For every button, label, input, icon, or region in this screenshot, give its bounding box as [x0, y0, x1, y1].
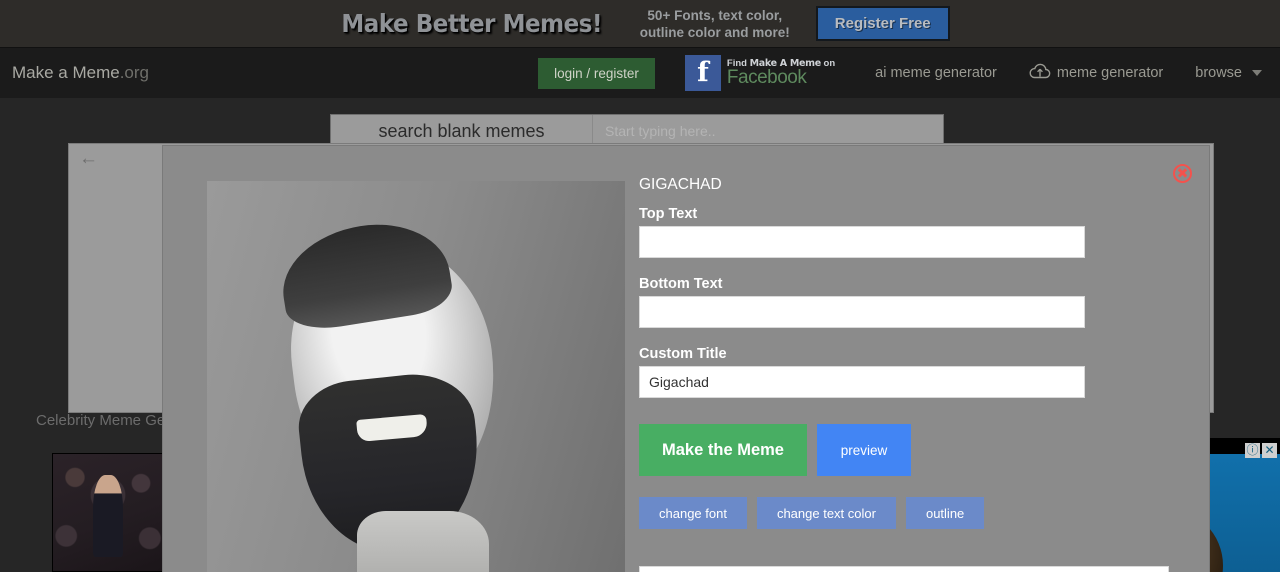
meme-image-neck — [357, 511, 489, 572]
facebook-badge-text: Find Make A Meme on Facebook — [727, 59, 835, 88]
primary-button-row: Make the Meme preview — [639, 424, 1169, 476]
secondary-button-row: change font change text color outline — [639, 497, 1169, 529]
bottom-text-label: Bottom Text — [639, 276, 723, 292]
ad-info-icon[interactable]: ⓘ — [1245, 443, 1260, 458]
ad-close-icon[interactable]: ✕ — [1262, 443, 1277, 458]
top-text-label: Top Text — [639, 206, 698, 222]
sidebar-ad-controls: ⓘ ✕ — [1245, 443, 1277, 458]
register-free-button[interactable]: Register Free — [815, 6, 950, 41]
promo-subtitle-line1: 50+ Fonts, text color, — [647, 7, 783, 23]
logo-main-text: Make a Meme — [12, 63, 120, 82]
navbar-right-group: login / register f Find Make A Meme on F… — [538, 48, 1280, 98]
nav-link-ai-meme-generator[interactable]: ai meme generator — [875, 65, 997, 81]
logo-suffix-text: .org — [119, 63, 149, 82]
outline-button[interactable]: outline — [905, 497, 985, 529]
nav-link-browse-label: browse — [1195, 65, 1242, 81]
modal-bottom-panel[interactable] — [639, 566, 1169, 572]
login-register-button[interactable]: login / register — [538, 57, 655, 89]
main-navbar: Make a Meme.org login / register f Find … — [0, 48, 1280, 98]
close-icon[interactable]: ✖ — [1173, 164, 1192, 183]
facebook-icon: f — [684, 55, 721, 91]
thumbnail-celebrity-meme[interactable] — [52, 453, 164, 572]
nav-link-meme-generator[interactable]: meme generator — [1029, 62, 1163, 84]
page-root: Make Better Memes! 50+ Fonts, text color… — [0, 0, 1280, 572]
facebook-find-suffix: on — [820, 57, 836, 69]
custom-title-label: Custom Title — [639, 346, 727, 362]
top-text-input[interactable] — [639, 226, 1085, 258]
nav-link-ai-meme-generator-label: ai meme generator — [875, 65, 997, 81]
bottom-text-input[interactable] — [639, 296, 1085, 328]
facebook-word: Facebook — [726, 67, 807, 89]
promo-title: Make Better Memes! — [341, 9, 603, 38]
make-the-meme-button[interactable]: Make the Meme — [639, 424, 807, 476]
chevron-down-icon — [1252, 70, 1262, 76]
promo-banner: Make Better Memes! 50+ Fonts, text color… — [0, 0, 1280, 48]
meme-editor-form: GIGACHAD Top Text Bottom Text Custom Tit… — [639, 176, 1169, 529]
promo-subtitle-line2: outline color and more! — [639, 24, 790, 40]
facebook-badge[interactable]: f Find Make A Meme on Facebook — [684, 55, 835, 91]
site-logo[interactable]: Make a Meme.org — [12, 63, 149, 83]
ad-back-arrow-icon[interactable]: ← — [79, 148, 98, 170]
cloud-upload-icon — [1029, 62, 1051, 84]
change-text-color-button[interactable]: change text color — [756, 497, 896, 529]
promo-subtitle: 50+ Fonts, text color, outline color and… — [640, 7, 790, 41]
meme-preview-image[interactable] — [207, 181, 625, 572]
nav-link-browse[interactable]: browse — [1195, 65, 1262, 81]
meme-name-label: GIGACHAD — [639, 176, 722, 193]
change-font-button[interactable]: change font — [639, 497, 747, 529]
custom-title-input[interactable] — [639, 366, 1085, 398]
meme-editor-modal: ✖ GIGACHAD Top Text Bottom Text Custom T… — [162, 145, 1210, 572]
preview-button[interactable]: preview — [817, 424, 911, 476]
nav-link-meme-generator-label: meme generator — [1056, 65, 1164, 81]
